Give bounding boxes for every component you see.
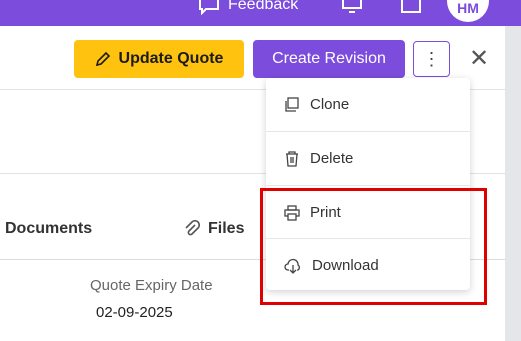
tab-files-label: Files — [208, 220, 245, 237]
quote-expiry-value: 02-09-2025 — [96, 304, 173, 321]
close-icon: ✕ — [468, 44, 490, 72]
kebab-icon: ⋮ — [422, 48, 441, 69]
quote-expiry-label: Quote Expiry Date — [90, 277, 213, 294]
create-revision-button[interactable]: Create Revision — [253, 40, 405, 78]
tab-files[interactable]: Files — [184, 220, 244, 238]
highlight-box — [260, 188, 487, 305]
notification-icon[interactable] — [340, 0, 364, 16]
top-navigation-bar: Feedback HM — [0, 0, 521, 26]
chat-icon — [199, 0, 219, 15]
menu-item-delete[interactable]: Delete — [266, 132, 470, 185]
pencil-icon — [95, 51, 110, 67]
menu-item-label: Clone — [310, 96, 350, 113]
tab-documents-label: Documents — [5, 220, 93, 237]
scrollbar-track[interactable] — [505, 26, 521, 341]
feedback-link[interactable]: Feedback — [198, 0, 298, 16]
more-options-button[interactable]: ⋮ — [413, 41, 450, 77]
copy-icon — [285, 96, 299, 112]
tab-documents[interactable]: Documents — [5, 220, 92, 238]
create-revision-label: Create Revision — [272, 50, 386, 67]
update-quote-label: Update Quote — [118, 50, 224, 67]
close-button[interactable]: ✕ — [468, 44, 490, 72]
avatar[interactable]: HM — [447, 0, 489, 22]
help-icon[interactable] — [399, 0, 423, 16]
trash-icon — [286, 150, 298, 167]
feedback-label: Feedback — [228, 0, 299, 13]
menu-item-clone[interactable]: Clone — [266, 78, 470, 131]
menu-item-label: Delete — [310, 150, 354, 167]
paperclip-icon — [185, 220, 200, 236]
update-quote-button[interactable]: Update Quote — [74, 40, 244, 78]
